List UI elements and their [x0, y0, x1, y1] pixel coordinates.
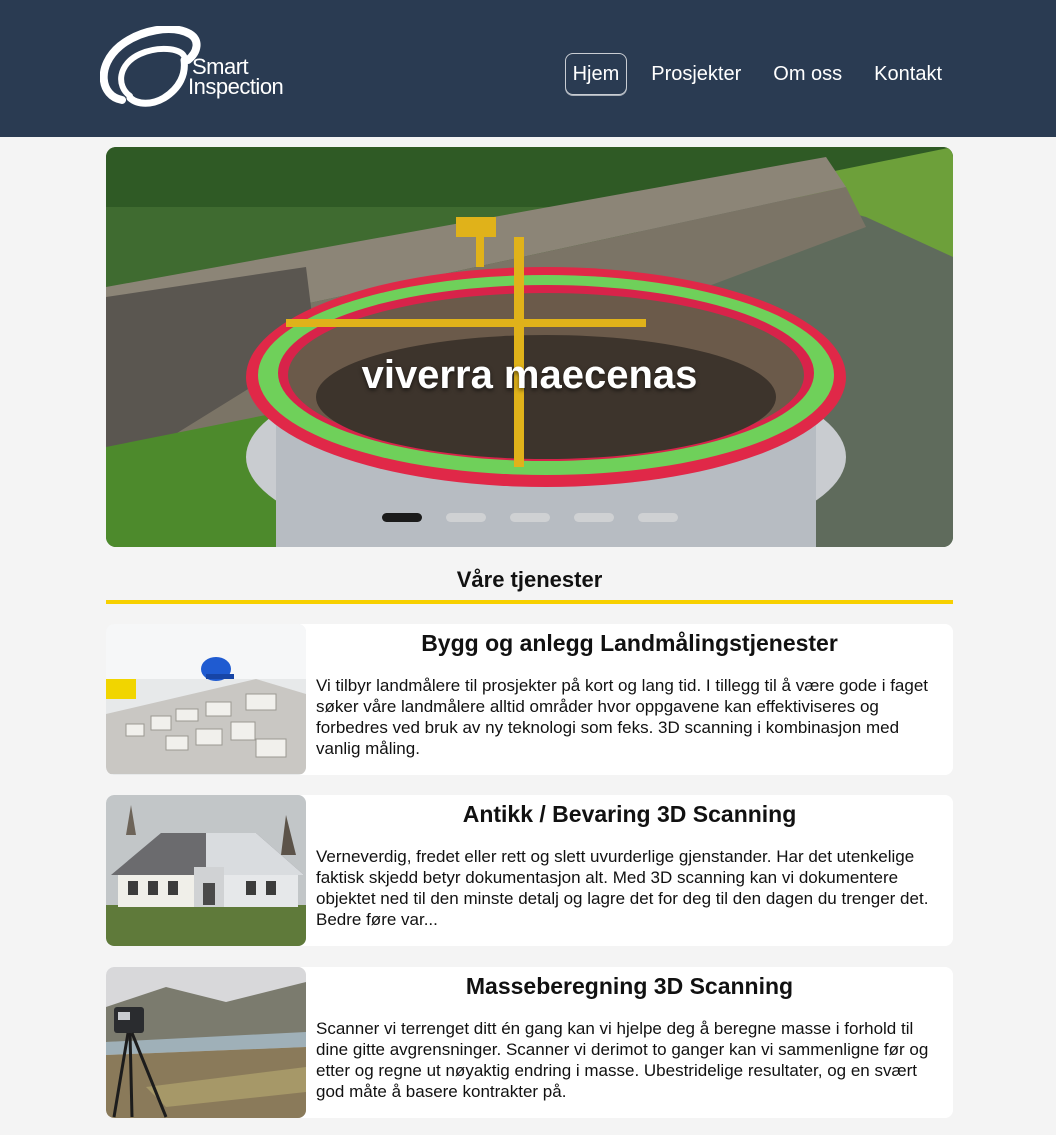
carousel-indicators — [382, 513, 702, 522]
construction-model-image — [106, 624, 306, 775]
section-divider — [106, 600, 953, 604]
service-card[interactable]: Bygg og anlegg Landmålingstjenester Vi t… — [106, 624, 953, 775]
historic-house-image — [106, 795, 306, 946]
nav-item-prosjekter[interactable]: Prosjekter — [643, 53, 749, 95]
carousel-dot-3[interactable] — [510, 513, 550, 522]
service-description: Scanner vi terrenget ditt én gang kan vi… — [316, 1019, 929, 1101]
carousel-dot-2[interactable] — [446, 513, 486, 522]
smart-inspection-logo[interactable]: Smart Inspection — [100, 26, 305, 108]
logo-text-inspection: Inspection — [188, 74, 284, 99]
nav-item-om-oss[interactable]: Om oss — [765, 53, 850, 95]
hero-caption: viverra maecenas — [361, 353, 698, 397]
nav-item-kontakt[interactable]: Kontakt — [866, 53, 950, 95]
service-card[interactable]: Masseberegning 3D Scanning Scanner vi te… — [106, 967, 953, 1118]
main-nav: Hjem Prosjekter Om oss Kontakt — [549, 53, 950, 95]
services-heading: Våre tjenester — [456, 567, 603, 592]
service-title: Masseberegning 3D Scanning — [465, 973, 794, 999]
carousel-dot-4[interactable] — [574, 513, 614, 522]
terrain-scanner-image — [106, 967, 306, 1118]
hero-carousel[interactable]: viverra maecenas — [106, 147, 953, 547]
service-description: Vi tilbyr landmålere til prosjekter på k… — [316, 676, 928, 758]
carousel-dot-1[interactable] — [382, 513, 422, 522]
carousel-dot-5[interactable] — [638, 513, 678, 522]
service-title: Bygg og anlegg Landmålingstjenester — [421, 630, 838, 656]
service-description: Verneverdig, fredet eller rett og slett … — [316, 847, 929, 929]
service-title: Antikk / Bevaring 3D Scanning — [462, 801, 797, 827]
service-card[interactable]: Antikk / Bevaring 3D Scanning Verneverdi… — [106, 795, 953, 946]
hero-dam-image — [106, 147, 953, 547]
nav-item-hjem[interactable]: Hjem — [564, 53, 628, 95]
site-header: Smart Inspection Hjem Prosjekter Om oss … — [0, 0, 1056, 137]
